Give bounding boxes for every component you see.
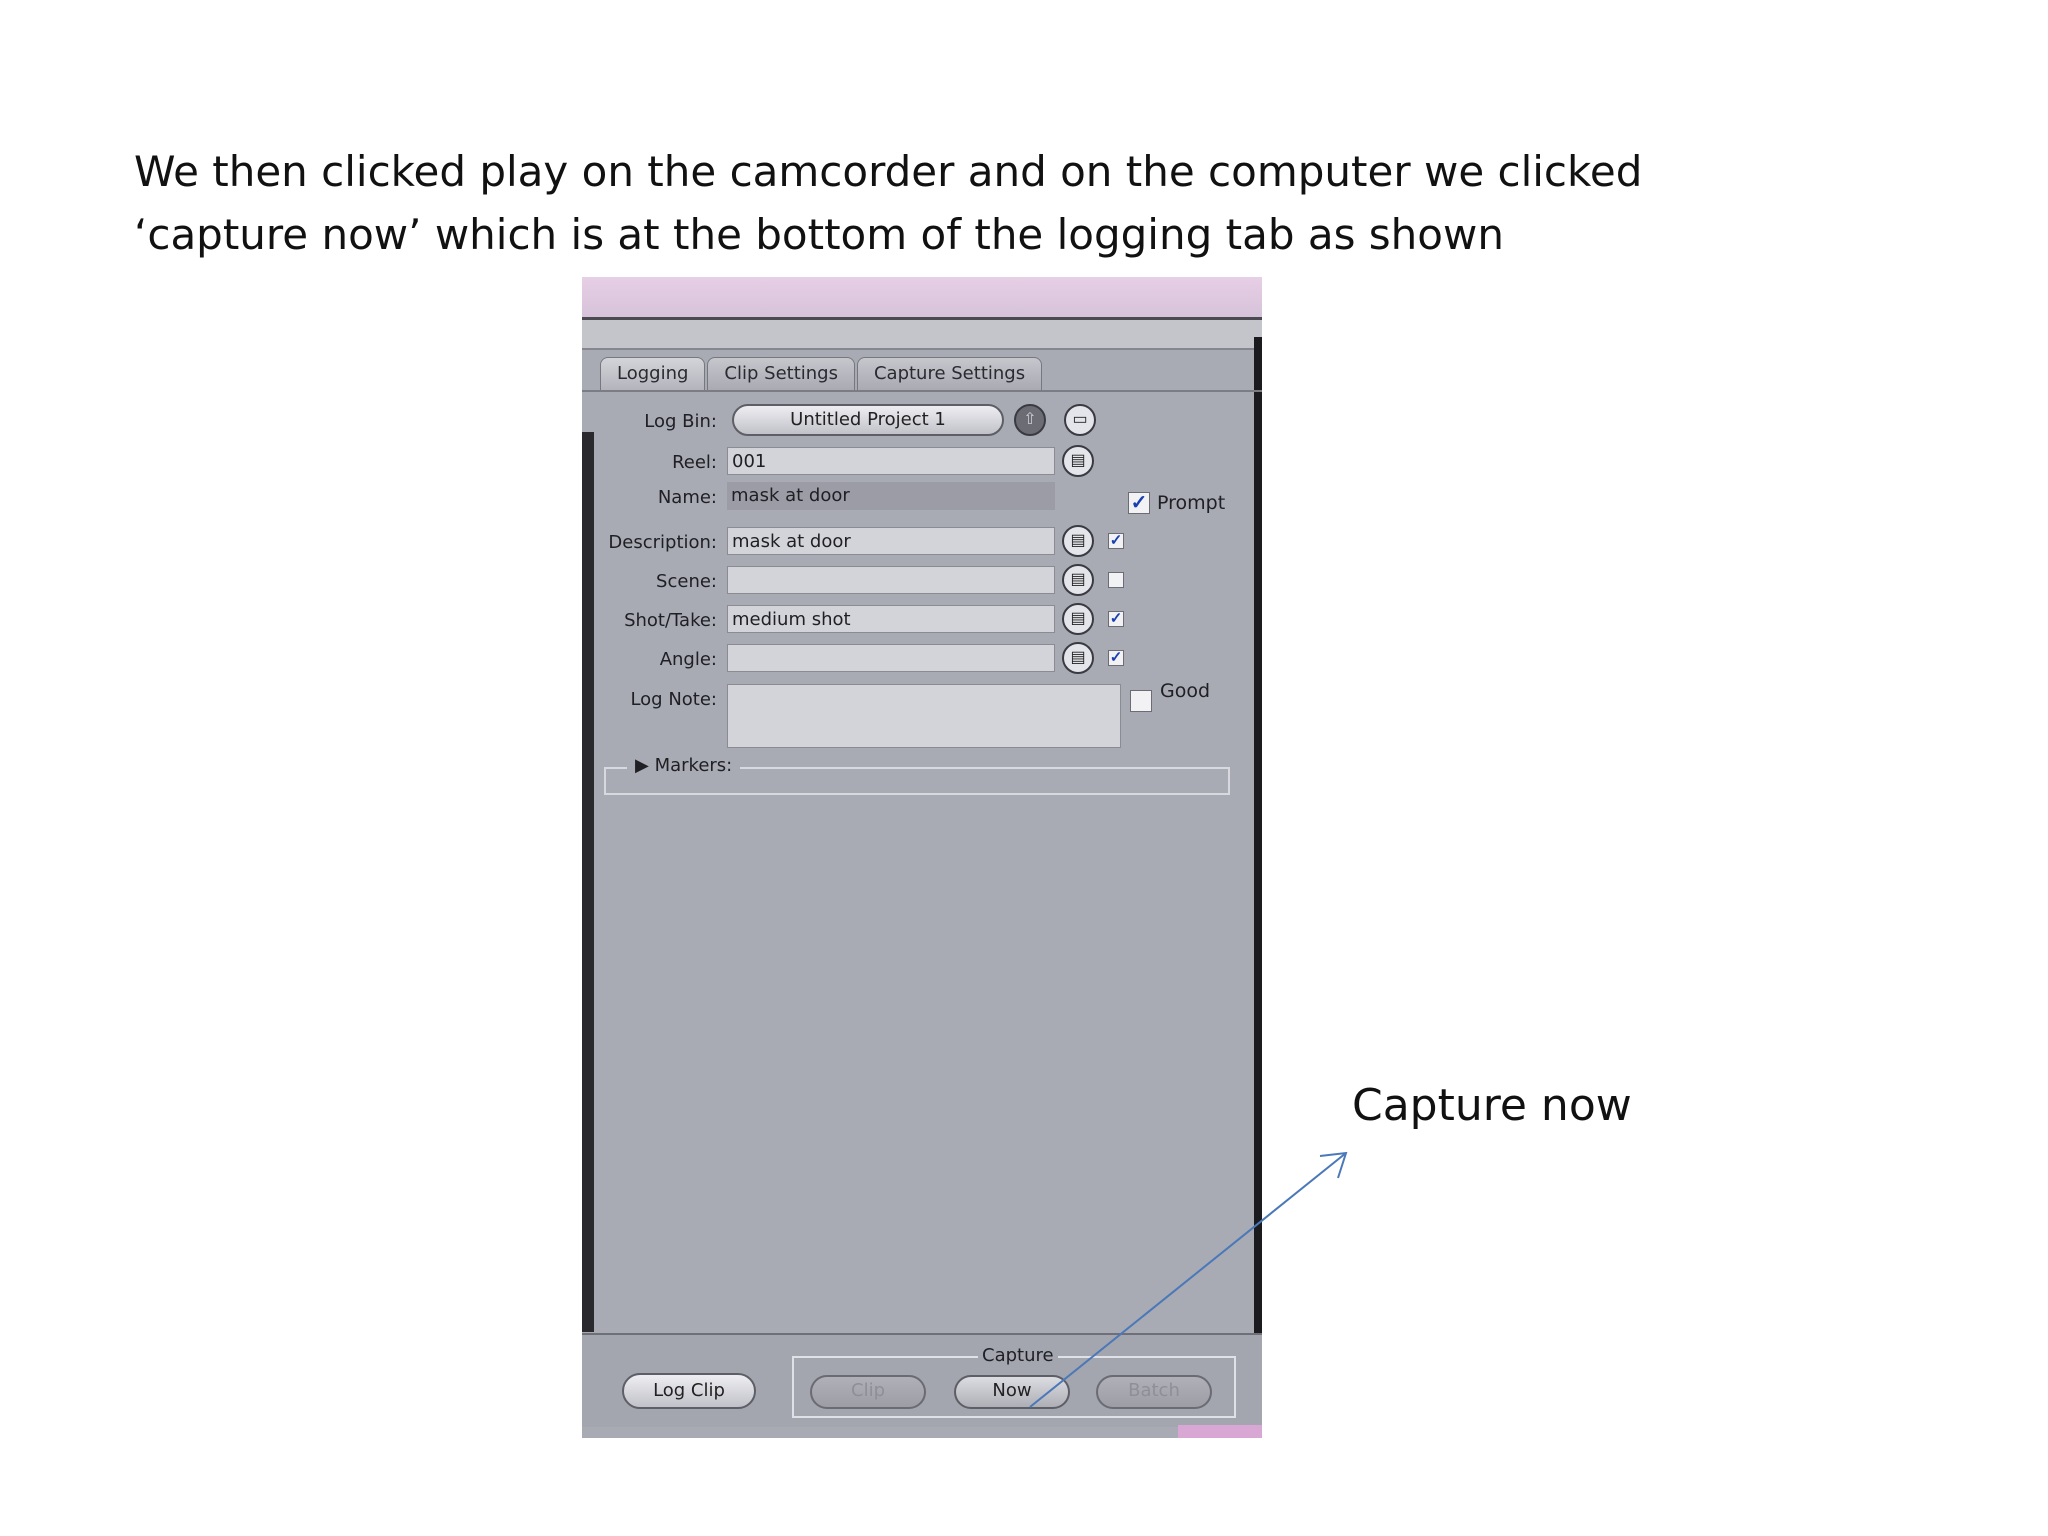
- disclosure-triangle-icon: ▶: [635, 755, 655, 776]
- description-slate-icon[interactable]: ▤: [1062, 525, 1094, 557]
- log-bin-button[interactable]: Untitled Project 1: [732, 404, 1004, 436]
- angle-field[interactable]: [727, 644, 1055, 672]
- right-dark-edge: [1254, 337, 1262, 1387]
- prompt-checkbox[interactable]: ✓: [1128, 492, 1150, 514]
- window-toolbar: [582, 320, 1262, 350]
- new-bin-icon[interactable]: ▭: [1064, 404, 1096, 436]
- capture-now-button[interactable]: Now: [954, 1375, 1070, 1409]
- shot-take-slate-icon[interactable]: ▤: [1062, 603, 1094, 635]
- reel-field[interactable]: 001: [727, 447, 1055, 475]
- description-checkbox[interactable]: ✓: [1108, 533, 1124, 549]
- shot-take-checkbox[interactable]: ✓: [1108, 611, 1124, 627]
- markers-label: Markers:: [654, 755, 733, 776]
- caption-line-1: We then clicked play on the camcorder an…: [134, 147, 1643, 196]
- reel-slate-icon[interactable]: ▤: [1062, 445, 1094, 477]
- capture-clip-button[interactable]: Clip: [810, 1375, 926, 1409]
- description-label: Description:: [608, 532, 717, 553]
- name-field: mask at door: [727, 482, 1055, 510]
- scene-label: Scene:: [656, 571, 717, 592]
- tab-clip-settings[interactable]: Clip Settings: [707, 357, 855, 390]
- angle-slate-icon[interactable]: ▤: [1062, 642, 1094, 674]
- arrow-head-icon: [1319, 1151, 1348, 1179]
- reel-label: Reel:: [672, 452, 717, 473]
- good-label: Good: [1160, 680, 1211, 702]
- good-checkbox[interactable]: [1130, 690, 1152, 712]
- angle-checkbox[interactable]: ✓: [1108, 650, 1124, 666]
- capture-batch-button[interactable]: Batch: [1096, 1375, 1212, 1409]
- capture-label: Capture: [978, 1345, 1058, 1366]
- log-note-label: Log Note:: [630, 689, 717, 710]
- scene-checkbox[interactable]: [1108, 572, 1124, 588]
- window-title-bar: [582, 277, 1262, 320]
- log-clip-button[interactable]: Log Clip: [622, 1373, 756, 1409]
- tab-bar: Logging Clip Settings Capture Settings: [600, 357, 1044, 391]
- angle-label: Angle:: [659, 649, 717, 670]
- log-and-capture-screenshot: Logging Clip Settings Capture Settings L…: [582, 277, 1262, 1438]
- log-bin-up-icon[interactable]: ⇧: [1014, 404, 1046, 436]
- description-field[interactable]: mask at door: [727, 527, 1055, 555]
- prompt-label: Prompt: [1157, 492, 1226, 514]
- scene-slate-icon[interactable]: ▤: [1062, 564, 1094, 596]
- window-corner: [1178, 1425, 1262, 1438]
- log-bin-label: Log Bin:: [644, 411, 717, 432]
- name-label: Name:: [657, 487, 717, 508]
- tab-divider: [582, 390, 1262, 392]
- scene-field[interactable]: [727, 566, 1055, 594]
- slide-caption: We then clicked play on the camcorder an…: [134, 140, 1734, 266]
- tab-capture-settings[interactable]: Capture Settings: [856, 357, 1043, 390]
- shot-take-field[interactable]: medium shot: [727, 605, 1055, 633]
- caption-line-2: ‘capture now’ which is at the bottom of …: [134, 210, 1504, 259]
- log-note-field[interactable]: [727, 684, 1121, 748]
- shot-take-label: Shot/Take:: [624, 610, 717, 631]
- tab-logging[interactable]: Logging: [600, 357, 706, 390]
- markers-disclosure[interactable]: ▶ Markers:: [627, 755, 741, 776]
- capture-now-annotation: Capture now: [1352, 1080, 1632, 1131]
- left-dark-edge: [582, 432, 594, 1332]
